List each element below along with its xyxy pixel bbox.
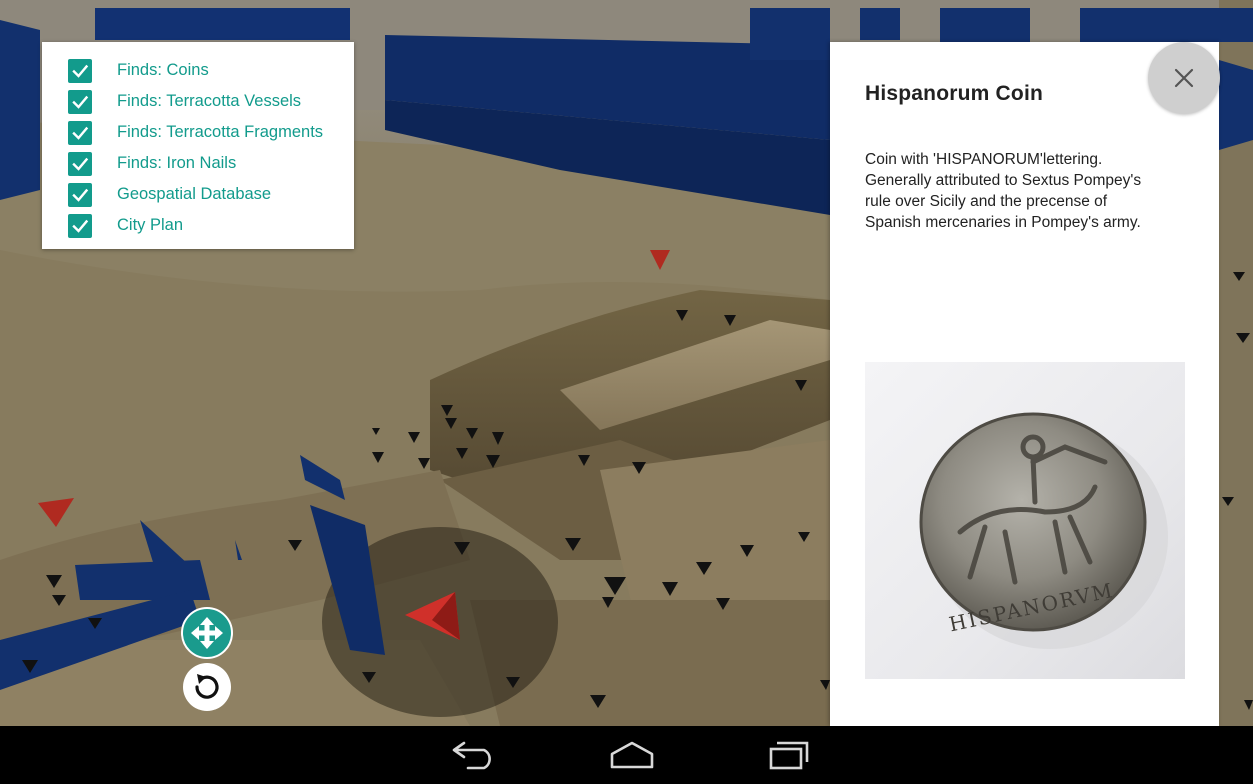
recents-button[interactable] [749,726,829,784]
checkbox-checked-icon[interactable] [68,89,92,114]
home-icon [610,741,654,769]
info-panel: Hispanorum Coin Coin with 'HISPANORUM'le… [830,42,1219,726]
pan-button[interactable] [181,607,233,659]
layer-item[interactable]: Finds: Terracotta Vessels [42,86,354,117]
checkbox-checked-icon[interactable] [68,182,92,207]
back-icon [452,741,491,770]
checkbox-checked-icon[interactable] [68,120,92,145]
checkbox-checked-icon[interactable] [68,151,92,176]
layer-label[interactable]: City Plan [117,216,183,235]
rotate-button[interactable] [183,663,231,711]
coin-photo: HISPANORVM [865,362,1185,679]
layer-label[interactable]: Finds: Terracotta Fragments [117,123,323,142]
layer-panel: Finds: Coins Finds: Terracotta Vessels Fin… [42,42,354,249]
layer-item[interactable]: City Plan [42,210,354,241]
layer-item[interactable]: Geospatial Database [42,179,354,210]
layer-label[interactable]: Geospatial Database [117,185,271,204]
checkbox-checked-icon[interactable] [68,58,92,83]
recents-icon [769,741,809,770]
back-button[interactable] [433,726,513,784]
info-description: Coin with 'HISPANORUM'lettering. General… [865,151,1142,231]
layer-label[interactable]: Finds: Terracotta Vessels [117,92,301,111]
move-arrows-icon [191,617,223,649]
layer-item[interactable]: Finds: Terracotta Fragments [42,117,354,148]
layer-item[interactable]: Finds: Iron Nails [42,148,354,179]
info-title: Hispanorum Coin [865,82,1044,105]
close-icon [1174,68,1194,88]
system-nav-bar [0,726,1253,784]
layer-label[interactable]: Finds: Iron Nails [117,154,236,173]
checkbox-checked-icon[interactable] [68,213,92,238]
rotate-icon [195,674,219,699]
home-button[interactable] [592,726,672,784]
close-button[interactable] [1148,42,1220,114]
layer-item[interactable]: Finds: Coins [42,55,354,86]
layer-label[interactable]: Finds: Coins [117,61,209,80]
